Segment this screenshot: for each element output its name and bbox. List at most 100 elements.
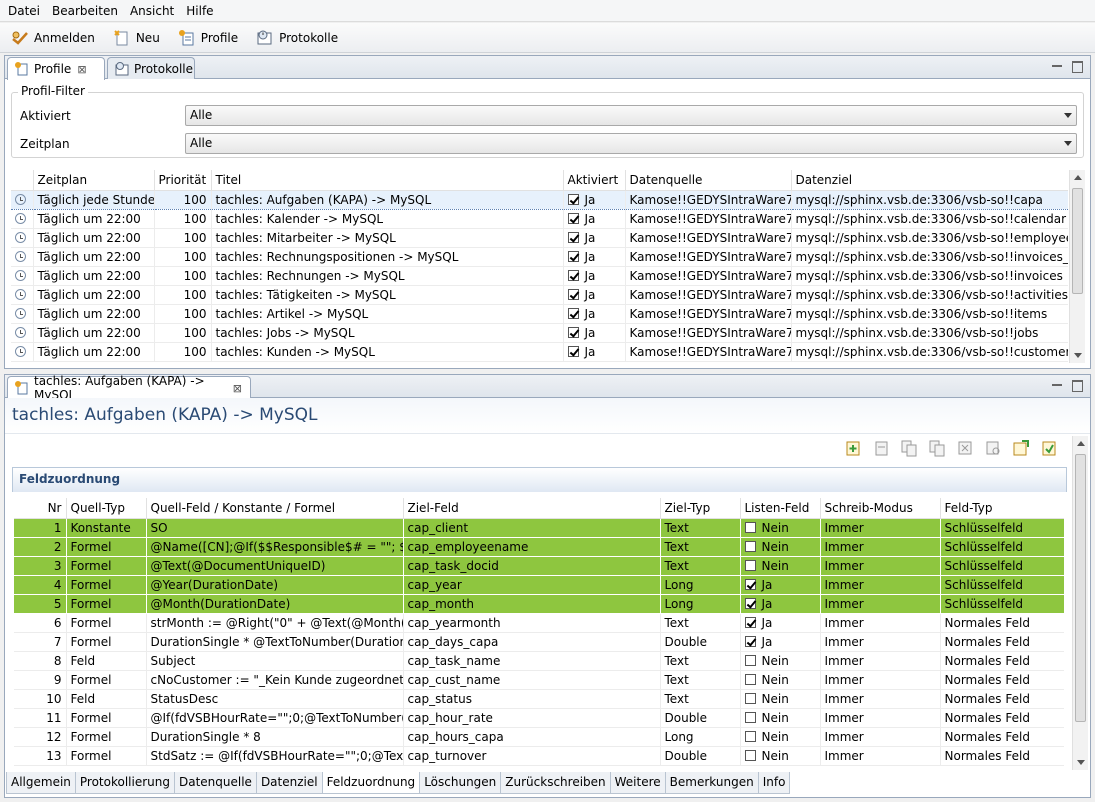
copy-row-icon[interactable] xyxy=(899,438,919,458)
listen-feld-checkbox[interactable] xyxy=(744,654,756,666)
table-row[interactable]: 1 Konstante SO cap_client Text Nein Immer Schlü… xyxy=(14,518,1064,538)
cell-quell-typ[interactable]: Feld xyxy=(66,689,147,709)
menu-ansicht[interactable]: Ansicht xyxy=(126,0,178,22)
search-row-icon[interactable] xyxy=(983,438,1003,458)
cell-quell-feld[interactable]: DurationSingle * @TextToNumber(Duration.… xyxy=(146,632,404,652)
cell-feld-typ[interactable]: Schlüsselfeld xyxy=(940,518,1064,538)
cell-schreib-modus[interactable]: Immer xyxy=(820,670,941,690)
close-icon[interactable]: ⊠ xyxy=(77,63,86,76)
cell-feld-typ[interactable]: Normales Feld xyxy=(940,746,1064,766)
col-datenquelle[interactable]: Datenquelle xyxy=(625,170,792,191)
cell-ziel-typ[interactable]: Double xyxy=(660,632,741,652)
cell-quell-typ[interactable]: Formel xyxy=(66,727,147,747)
table-row[interactable]: Täglich um 22:00 100 tachles: Kunden -> My… xyxy=(11,342,1068,362)
cell-quell-typ[interactable]: Feld xyxy=(66,651,147,671)
cell-quell-typ[interactable]: Formel xyxy=(66,575,147,595)
cell-feld-typ[interactable]: Normales Feld xyxy=(940,689,1064,709)
zeitplan-select[interactable]: Alle xyxy=(185,133,1077,154)
listen-feld-checkbox[interactable] xyxy=(744,540,756,552)
cell-ziel-typ[interactable]: Text xyxy=(660,556,741,576)
listen-feld-checkbox[interactable] xyxy=(744,521,756,533)
cell-ziel-feld[interactable]: cap_hour_rate xyxy=(403,708,661,728)
minimize-icon[interactable] xyxy=(1050,59,1064,73)
table-row[interactable]: 4 Formel @Year(DurationDate) cap_year Long Ja… xyxy=(14,575,1064,595)
cell-quell-feld[interactable]: DurationSingle * 8 xyxy=(146,727,404,747)
close-icon[interactable]: ⊠ xyxy=(233,382,242,395)
table-row[interactable]: 13 Formel StdSatz := @If(fdVSBHourRate="";… xyxy=(14,746,1064,766)
cell-quell-feld[interactable]: StatusDesc xyxy=(146,689,404,709)
cell-schreib-modus[interactable]: Immer xyxy=(820,651,941,671)
aktiviert-checkbox[interactable] xyxy=(567,193,579,205)
cell-schreib-modus[interactable]: Immer xyxy=(820,727,941,747)
scroll-thumb[interactable] xyxy=(1072,188,1083,294)
cell-ziel-typ[interactable]: Double xyxy=(660,746,741,766)
cell-schreib-modus[interactable]: Immer xyxy=(820,746,941,766)
tab-protokollierung[interactable]: Protokollierung xyxy=(74,772,175,794)
cell-ziel-feld[interactable]: cap_cust_name xyxy=(403,670,661,690)
listen-feld-checkbox[interactable] xyxy=(744,559,756,571)
aktiviert-checkbox[interactable] xyxy=(567,250,579,262)
col-quell-typ[interactable]: Quell-Typ xyxy=(66,498,147,519)
cell-feld-typ[interactable]: Normales Feld xyxy=(940,670,1064,690)
scroll-up-icon[interactable] xyxy=(1077,441,1085,446)
scroll-down-icon[interactable] xyxy=(1074,353,1082,358)
cell-quell-typ[interactable]: Formel xyxy=(66,632,147,652)
cell-quell-typ[interactable]: Formel xyxy=(66,613,147,633)
import-icon[interactable] xyxy=(1011,438,1031,458)
cell-quell-typ[interactable]: Formel xyxy=(66,746,147,766)
table-row[interactable]: Täglich um 22:00 100 tachles: Tätigkeiten … xyxy=(11,285,1068,305)
col-datenziel[interactable]: Datenziel xyxy=(791,170,1068,191)
cell-quell-feld[interactable]: SO xyxy=(146,518,404,538)
scroll-thumb[interactable] xyxy=(1075,454,1086,722)
cell-ziel-typ[interactable]: Double xyxy=(660,708,741,728)
col-quell-feld[interactable]: Quell-Feld / Konstante / Formel xyxy=(146,498,404,519)
cell-ziel-feld[interactable]: cap_days_capa xyxy=(403,632,661,652)
listen-feld-checkbox[interactable] xyxy=(744,597,756,609)
aktiviert-checkbox[interactable] xyxy=(567,288,579,300)
tab-protokolle[interactable]: Protokolle xyxy=(107,57,195,79)
maximize-icon[interactable] xyxy=(1070,59,1084,73)
cell-ziel-feld[interactable]: cap_turnover xyxy=(403,746,661,766)
cell-quell-feld[interactable]: @Month(DurationDate) xyxy=(146,594,404,614)
insert-row-icon[interactable] xyxy=(871,438,891,458)
table-row[interactable]: Täglich um 22:00 100 tachles: Jobs -> MySQ… xyxy=(11,323,1068,343)
cell-feld-typ[interactable]: Schlüsselfeld xyxy=(940,556,1064,576)
table-row[interactable]: 3 Formel @Text(@DocumentUniqueID) cap_task_… xyxy=(14,556,1064,576)
minimize-icon[interactable] xyxy=(1050,378,1064,392)
login-button[interactable]: Anmelden xyxy=(8,27,98,49)
duplicate-row-icon[interactable] xyxy=(927,438,947,458)
profile-button[interactable]: Profile xyxy=(175,27,241,49)
cell-quell-typ[interactable]: Konstante xyxy=(66,518,147,538)
cell-ziel-feld[interactable]: cap_year xyxy=(403,575,661,595)
menu-hilfe[interactable]: Hilfe xyxy=(182,0,217,22)
table-row[interactable]: Täglich um 22:00 100 tachles: Rechnungspos… xyxy=(11,247,1068,267)
cell-ziel-typ[interactable]: Text xyxy=(660,518,741,538)
col-zeitplan[interactable]: Zeitplan xyxy=(33,170,155,191)
col-ziel-feld[interactable]: Ziel-Feld xyxy=(403,498,661,519)
cell-quell-typ[interactable]: Formel xyxy=(66,556,147,576)
profile-table-scrollbar[interactable] xyxy=(1069,170,1085,363)
aktiviert-checkbox[interactable] xyxy=(567,269,579,281)
cell-ziel-typ[interactable]: Text xyxy=(660,537,741,557)
cell-feld-typ[interactable]: Normales Feld xyxy=(940,651,1064,671)
tab-profile[interactable]: Profile ⊠ xyxy=(7,57,105,80)
cell-schreib-modus[interactable]: Immer xyxy=(820,594,941,614)
cell-feld-typ[interactable]: Normales Feld xyxy=(940,708,1064,728)
aktiviert-checkbox[interactable] xyxy=(567,307,579,319)
cell-schreib-modus[interactable]: Immer xyxy=(820,518,941,538)
tab-datenziel[interactable]: Datenziel xyxy=(255,772,323,794)
cell-ziel-feld[interactable]: cap_client xyxy=(403,518,661,538)
tab-l-schungen[interactable]: Löschungen xyxy=(419,772,502,794)
cell-ziel-typ[interactable]: Text xyxy=(660,689,741,709)
cell-schreib-modus[interactable]: Immer xyxy=(820,632,941,652)
cell-quell-typ[interactable]: Formel xyxy=(66,537,147,557)
tab-zur-ckschreiben[interactable]: Zurückschreiben xyxy=(500,772,611,794)
mapping-table-scrollbar[interactable] xyxy=(1072,436,1088,770)
aktiviert-checkbox[interactable] xyxy=(567,212,579,224)
cell-ziel-feld[interactable]: cap_task_docid xyxy=(403,556,661,576)
cell-ziel-typ[interactable]: Long xyxy=(660,575,741,595)
scroll-down-icon[interactable] xyxy=(1077,760,1085,765)
logs-button[interactable]: Protokolle xyxy=(253,27,341,49)
table-row[interactable]: 6 Formel strMonth := @Right("0" + @Text(@M… xyxy=(14,613,1064,633)
cell-ziel-feld[interactable]: cap_employeename xyxy=(403,537,661,557)
